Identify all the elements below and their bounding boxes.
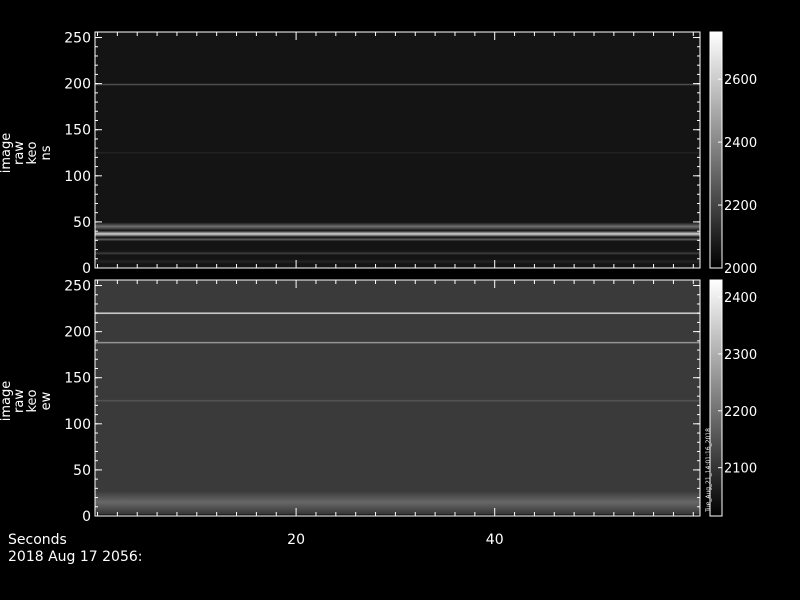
keogram-panel-2: 05010015020025020 40imagerawkeo ew21002200… [0, 279, 757, 548]
heatmap-band [95, 83, 700, 86]
colorbar-tick-label: 2300 [724, 348, 757, 363]
y-axis-label: ns [39, 145, 54, 160]
heatmap-background [95, 280, 700, 516]
heatmap-band [95, 151, 700, 154]
y-axis-label: keo [25, 389, 40, 412]
colorbar-tick-label: 2400 [724, 291, 757, 306]
colorbar-tick-label: 2200 [724, 199, 757, 214]
colorbar [709, 31, 723, 269]
y-tick-label: 0 [82, 509, 91, 525]
date-label: 2018 Aug 17 2056: [8, 549, 142, 565]
heatmap-band [95, 491, 700, 514]
heatmap-band [95, 311, 700, 315]
y-axis-label: ew [39, 391, 54, 410]
x-axis-label: Seconds [8, 532, 67, 548]
y-tick-label: 0 [82, 261, 91, 277]
keogram-figure: 050100150200250imagerawkeo ns200022002400… [0, 31, 757, 565]
y-tick-label: 50 [73, 215, 91, 231]
colorbar-tick-label: 2000 [724, 262, 757, 277]
y-tick-label: 250 [64, 31, 91, 47]
heatmap-band [95, 399, 700, 402]
x-tick-label: 20 [287, 532, 305, 548]
heatmap-band [95, 259, 700, 264]
colorbar-tick-label: 2600 [724, 73, 757, 88]
colorbar-tick-label: 2100 [724, 462, 757, 477]
heatmap-band [95, 341, 700, 344]
y-tick-label: 150 [64, 123, 91, 139]
heatmap-band [95, 230, 700, 238]
x-tick-label: 40 [486, 532, 504, 548]
y-tick-label: 200 [64, 77, 91, 93]
colorbar-tick-label: 2400 [724, 136, 757, 151]
y-tick-label: 250 [64, 279, 91, 295]
heatmap-band [95, 251, 700, 256]
heatmap-band [95, 237, 700, 242]
y-tick-label: 150 [64, 371, 91, 387]
side-stamp: Tue_Aug_21_14:01:16_2018 [705, 428, 712, 513]
y-tick-label: 50 [73, 463, 91, 479]
keogram-panel-1: 050100150200250imagerawkeo ns200022002400… [0, 31, 757, 277]
y-tick-label: 200 [64, 325, 91, 341]
y-tick-label: 100 [64, 417, 91, 433]
y-axis-label: keo [25, 141, 40, 164]
heatmap-band [95, 222, 700, 231]
y-tick-label: 100 [64, 169, 91, 185]
colorbar-tick-label: 2200 [724, 405, 757, 420]
